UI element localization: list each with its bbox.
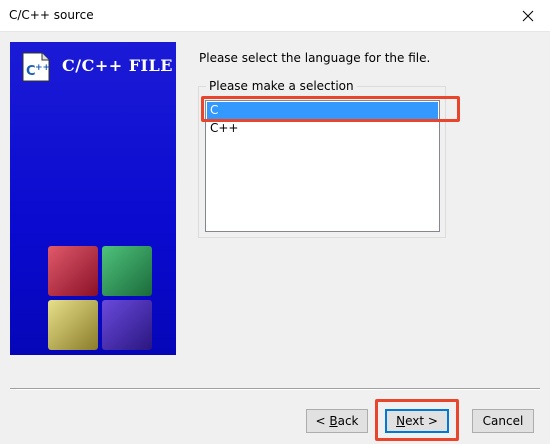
back-mnemonic: B — [329, 414, 338, 428]
next-label-rest: ext > — [405, 414, 438, 428]
title-bar: C/C++ source — [0, 0, 550, 32]
next-button[interactable]: Next > — [385, 409, 449, 433]
svg-text:++: ++ — [35, 63, 50, 73]
bottom-separator — [10, 388, 540, 390]
list-item-c[interactable]: C — [207, 102, 438, 119]
next-mnemonic: N — [396, 414, 406, 428]
cubes-logo-icon — [48, 246, 152, 350]
language-listbox[interactable]: C C++ — [205, 100, 440, 232]
wizard-banner: C ++ C/C++ FILE — [10, 42, 176, 355]
back-prefix: < — [315, 414, 330, 428]
cancel-button[interactable]: Cancel — [472, 409, 534, 433]
groupbox-label: Please make a selection — [206, 79, 357, 93]
list-item-cpp[interactable]: C++ — [207, 120, 438, 137]
back-button[interactable]: < Back — [306, 409, 368, 433]
back-label-rest: ack — [337, 414, 359, 428]
close-icon — [522, 10, 534, 21]
cpp-file-icon: C ++ — [22, 52, 50, 82]
window-title: C/C++ source — [9, 8, 94, 22]
instruction-text: Please select the language for the file. — [199, 51, 431, 65]
banner-title: C/C++ FILE — [62, 56, 173, 75]
close-button[interactable] — [506, 0, 550, 31]
